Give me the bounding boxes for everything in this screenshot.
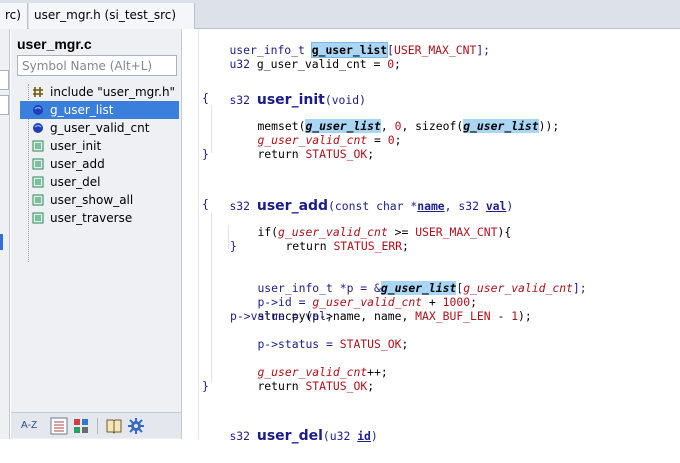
settings-icon[interactable] (127, 417, 145, 435)
symbol-item-g-user-valid-cnt[interactable]: g_user_valid_cnt (20, 119, 179, 137)
tab-label: user_mgr.h (si_test_src) (34, 8, 177, 22)
code-line-24: return STATUS_OK; (257, 379, 375, 393)
symbol-search-input[interactable] (17, 55, 177, 76)
code-line-15: } (230, 239, 237, 253)
symbol-label: g_user_list (50, 103, 114, 117)
code-line-25: } (202, 379, 209, 393)
code-line-1: user_info_t g_user_list[USER_MAX_CNT]; (229, 42, 491, 58)
symbol-item-user-show-all[interactable]: user_show_all (20, 191, 179, 209)
selection-marker (0, 234, 3, 250)
code-line-12: { (202, 197, 209, 211)
symbol-list: include "user_mgr.h" g_user_list g_user_… (20, 82, 179, 422)
function-icon (32, 158, 44, 170)
code-line-18: p->id = g_user_valid_cnt + 1000; (257, 295, 477, 309)
code-line-2: u32 g_user_valid_cnt = 0; (229, 57, 401, 71)
include-icon (33, 87, 43, 97)
symbol-label: user_del (50, 175, 101, 189)
code-line-8: return STATUS_OK; (257, 147, 375, 161)
list-view-icon[interactable] (50, 417, 68, 435)
code-line-5: { (202, 91, 209, 105)
symbol-item-user-del[interactable]: user_del (20, 173, 179, 191)
code-line-20: p->value = val; (230, 309, 333, 323)
tab-user-mgr-h[interactable]: user_mgr.h (si_test_src) (29, 3, 195, 29)
symbol-label: user_init (50, 139, 102, 153)
symbol-item-user-traverse[interactable]: user_traverse (20, 209, 179, 227)
side-panel-field[interactable] (0, 95, 9, 115)
symbol-item-user-add[interactable]: user_add (20, 155, 179, 173)
symbol-label: user_traverse (50, 211, 133, 225)
code-line-9: } (202, 147, 209, 161)
symbol-window: user_mgr.c include "user_mgr.h" g_user_l… (11, 29, 182, 439)
side-panel-field[interactable] (0, 70, 9, 90)
tab-bar: rc) user_mgr.h (si_test_src) (0, 0, 680, 29)
block-guide (228, 225, 229, 249)
tab-previous-file[interactable]: rc) (0, 3, 28, 29)
category-view-icon[interactable] (72, 417, 90, 435)
code-line-14: return STATUS_ERR; (285, 239, 409, 253)
variable-icon (33, 105, 43, 115)
tab-label: rc) (5, 8, 21, 22)
function-icon (32, 140, 44, 152)
symbol-item-user-init[interactable]: user_init (20, 137, 179, 155)
symbol-item-g-user-list[interactable]: g_user_list (20, 101, 179, 119)
function-icon (32, 194, 44, 206)
function-icon (32, 176, 44, 188)
left-side-strip (0, 29, 10, 439)
code-line-19: strncpy(p->name, name, MAX_BUF_LEN - 1); (257, 309, 532, 323)
block-guide (211, 213, 212, 383)
symbol-item-include[interactable]: include "user_mgr.h" (20, 83, 179, 101)
fold-gutter (198, 29, 199, 439)
symbol-label: user_add (50, 157, 105, 171)
code-line-27: s32 user_del(u32 id) (229, 428, 378, 444)
code-line-13: if(g_user_valid_cnt >= USER_MAX_CNT){ (257, 225, 512, 239)
code-line-17: user_info_t *p = &g_user_list[g_user_val… (257, 281, 587, 295)
code-line-21: p->status = STATUS_OK; (257, 337, 409, 351)
sort-az-icon[interactable]: A-Z (21, 417, 43, 435)
code-line-11: s32 user_add(const char *name, s32 val) (229, 198, 514, 214)
function-icon (32, 212, 44, 224)
code-line-6: memset(g_user_list, 0, sizeof(g_user_lis… (257, 119, 560, 133)
code-line-7: g_user_valid_cnt = 0; (257, 133, 402, 147)
variable-icon (33, 123, 43, 133)
panel-title: user_mgr.c (17, 36, 92, 52)
book-icon[interactable] (105, 417, 123, 435)
symbol-panel-toolbar: A-Z (11, 412, 181, 438)
toolbar-separator (97, 418, 98, 434)
code-line-4: s32 user_init(void) (229, 92, 366, 108)
code-line-23: g_user_valid_cnt++; (257, 365, 388, 379)
symbol-label: include "user_mgr.h" (50, 85, 176, 99)
symbol-label: g_user_valid_cnt (50, 121, 150, 135)
symbol-label: user_show_all (50, 193, 134, 207)
code-editor[interactable]: user_info_t g_user_list[USER_MAX_CNT]; u… (182, 29, 680, 444)
